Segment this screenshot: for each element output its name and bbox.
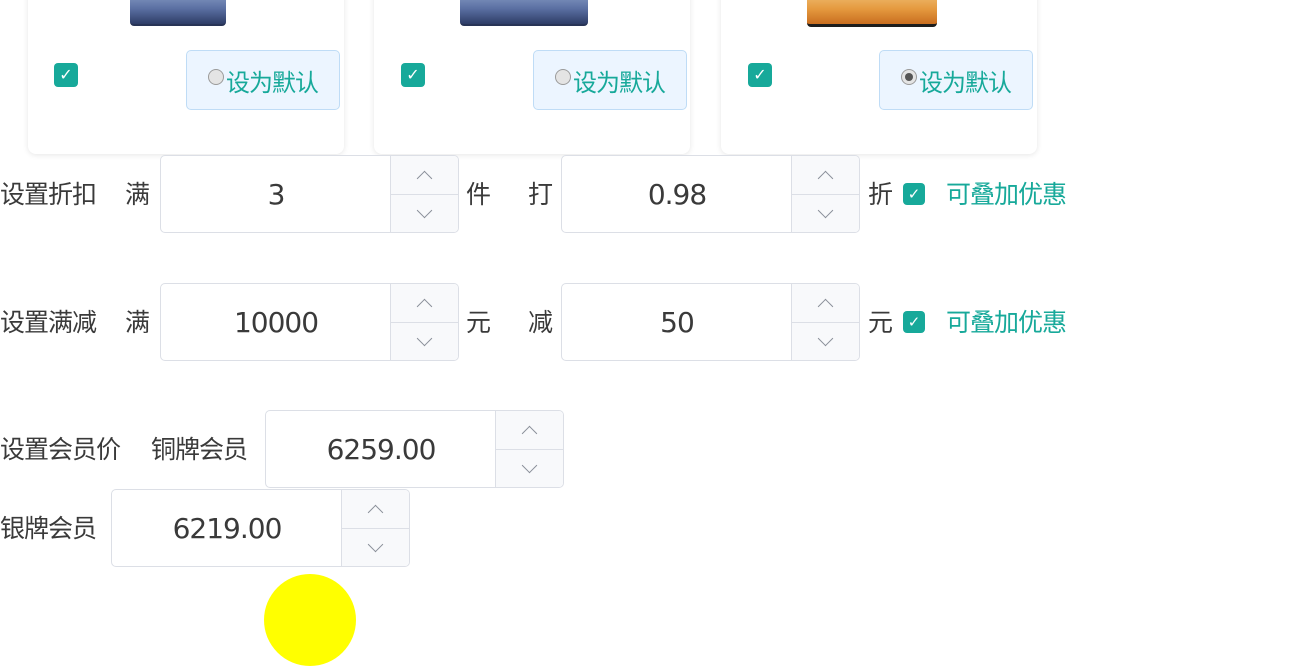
full-reduction-amount-stepper[interactable]: 50 [561,283,860,361]
image-card-1: ✓ 设为默认 [28,0,344,154]
product-image [807,0,937,27]
discount-stackable-checkbox[interactable]: ✓ [903,183,925,205]
select-checkbox[interactable]: ✓ [401,63,425,87]
set-default-label: 设为默认 [919,68,1012,97]
set-default-label: 设为默认 [573,68,666,97]
set-default-label: 设为默认 [226,68,319,97]
chevron-up-icon [416,170,433,186]
discount-stackable-label[interactable]: 可叠加优惠 [946,182,1067,207]
increase-button[interactable] [792,284,859,323]
full-reduction-threshold-value[interactable]: 10000 [161,284,391,360]
decrease-button[interactable] [342,528,409,566]
bronze-member-price-stepper[interactable]: 6259.00 [265,410,564,488]
full-reduction-threshold-stepper[interactable]: 10000 [160,283,459,361]
product-image [460,0,588,26]
full-reduction-minus-label: 减 [528,308,553,337]
select-checkbox[interactable]: ✓ [748,63,772,87]
discount-rate-unit: 折 [868,180,893,209]
bronze-member-label: 铜牌会员 [151,435,248,464]
check-icon: ✓ [907,184,921,203]
decrease-button[interactable] [496,449,563,487]
decrease-button[interactable] [391,194,458,232]
increase-button[interactable] [496,411,563,450]
increase-button[interactable] [342,490,409,529]
radio-icon[interactable] [555,69,571,85]
discount-label: 设置折扣 [0,180,97,209]
radio-checked-icon[interactable] [901,69,917,85]
bronze-member-price-value[interactable]: 6259.00 [266,411,496,487]
full-reduction-full-label: 满 [125,308,150,337]
stepper-controls [791,284,859,360]
full-reduction-threshold-unit: 元 [466,308,491,337]
discount-quantity-unit: 件 [466,180,491,209]
full-reduction-amount-value[interactable]: 50 [562,284,792,360]
chevron-up-icon [817,170,834,186]
chevron-down-icon [817,330,834,346]
decrease-button[interactable] [391,322,458,360]
stepper-controls [341,490,409,566]
full-reduction-amount-unit: 元 [868,308,893,337]
increase-button[interactable] [391,284,458,323]
check-icon: ✓ [907,312,921,331]
check-icon: ✓ [406,65,420,84]
silver-member-price-value[interactable]: 6219.00 [112,490,342,566]
discount-hit-label: 打 [528,180,553,209]
chevron-down-icon [416,202,433,218]
product-image [130,0,226,26]
increase-button[interactable] [792,156,859,195]
silver-member-label: 银牌会员 [0,514,97,543]
image-card-3: ✓ 设为默认 [721,0,1037,154]
chevron-down-icon [521,457,538,473]
full-reduction-stackable-label[interactable]: 可叠加优惠 [946,310,1067,335]
full-reduction-stackable-checkbox[interactable]: ✓ [903,311,925,333]
radio-icon[interactable] [208,69,224,85]
discount-full-label: 满 [125,180,150,209]
select-checkbox[interactable]: ✓ [54,63,78,87]
stepper-controls [495,411,563,487]
chevron-up-icon [521,425,538,441]
set-default-button[interactable]: 设为默认 [186,50,340,110]
stepper-controls [390,284,458,360]
silver-member-price-stepper[interactable]: 6219.00 [111,489,410,567]
cursor-highlight [264,574,356,666]
decrease-button[interactable] [792,322,859,360]
stepper-controls [791,156,859,232]
set-default-button[interactable]: 设为默认 [879,50,1033,110]
member-price-label: 设置会员价 [0,435,121,464]
check-icon: ✓ [59,65,73,84]
discount-rate-value[interactable]: 0.98 [562,156,792,232]
chevron-up-icon [416,298,433,314]
chevron-down-icon [367,536,384,552]
stepper-controls [390,156,458,232]
chevron-down-icon [817,202,834,218]
chevron-up-icon [817,298,834,314]
chevron-down-icon [416,330,433,346]
discount-rate-stepper[interactable]: 0.98 [561,155,860,233]
set-default-button[interactable]: 设为默认 [533,50,687,110]
check-icon: ✓ [753,65,767,84]
full-reduction-label: 设置满减 [0,308,97,337]
image-card-2: ✓ 设为默认 [374,0,690,154]
increase-button[interactable] [391,156,458,195]
decrease-button[interactable] [792,194,859,232]
discount-quantity-value[interactable]: 3 [161,156,391,232]
discount-quantity-stepper[interactable]: 3 [160,155,459,233]
chevron-up-icon [367,504,384,520]
